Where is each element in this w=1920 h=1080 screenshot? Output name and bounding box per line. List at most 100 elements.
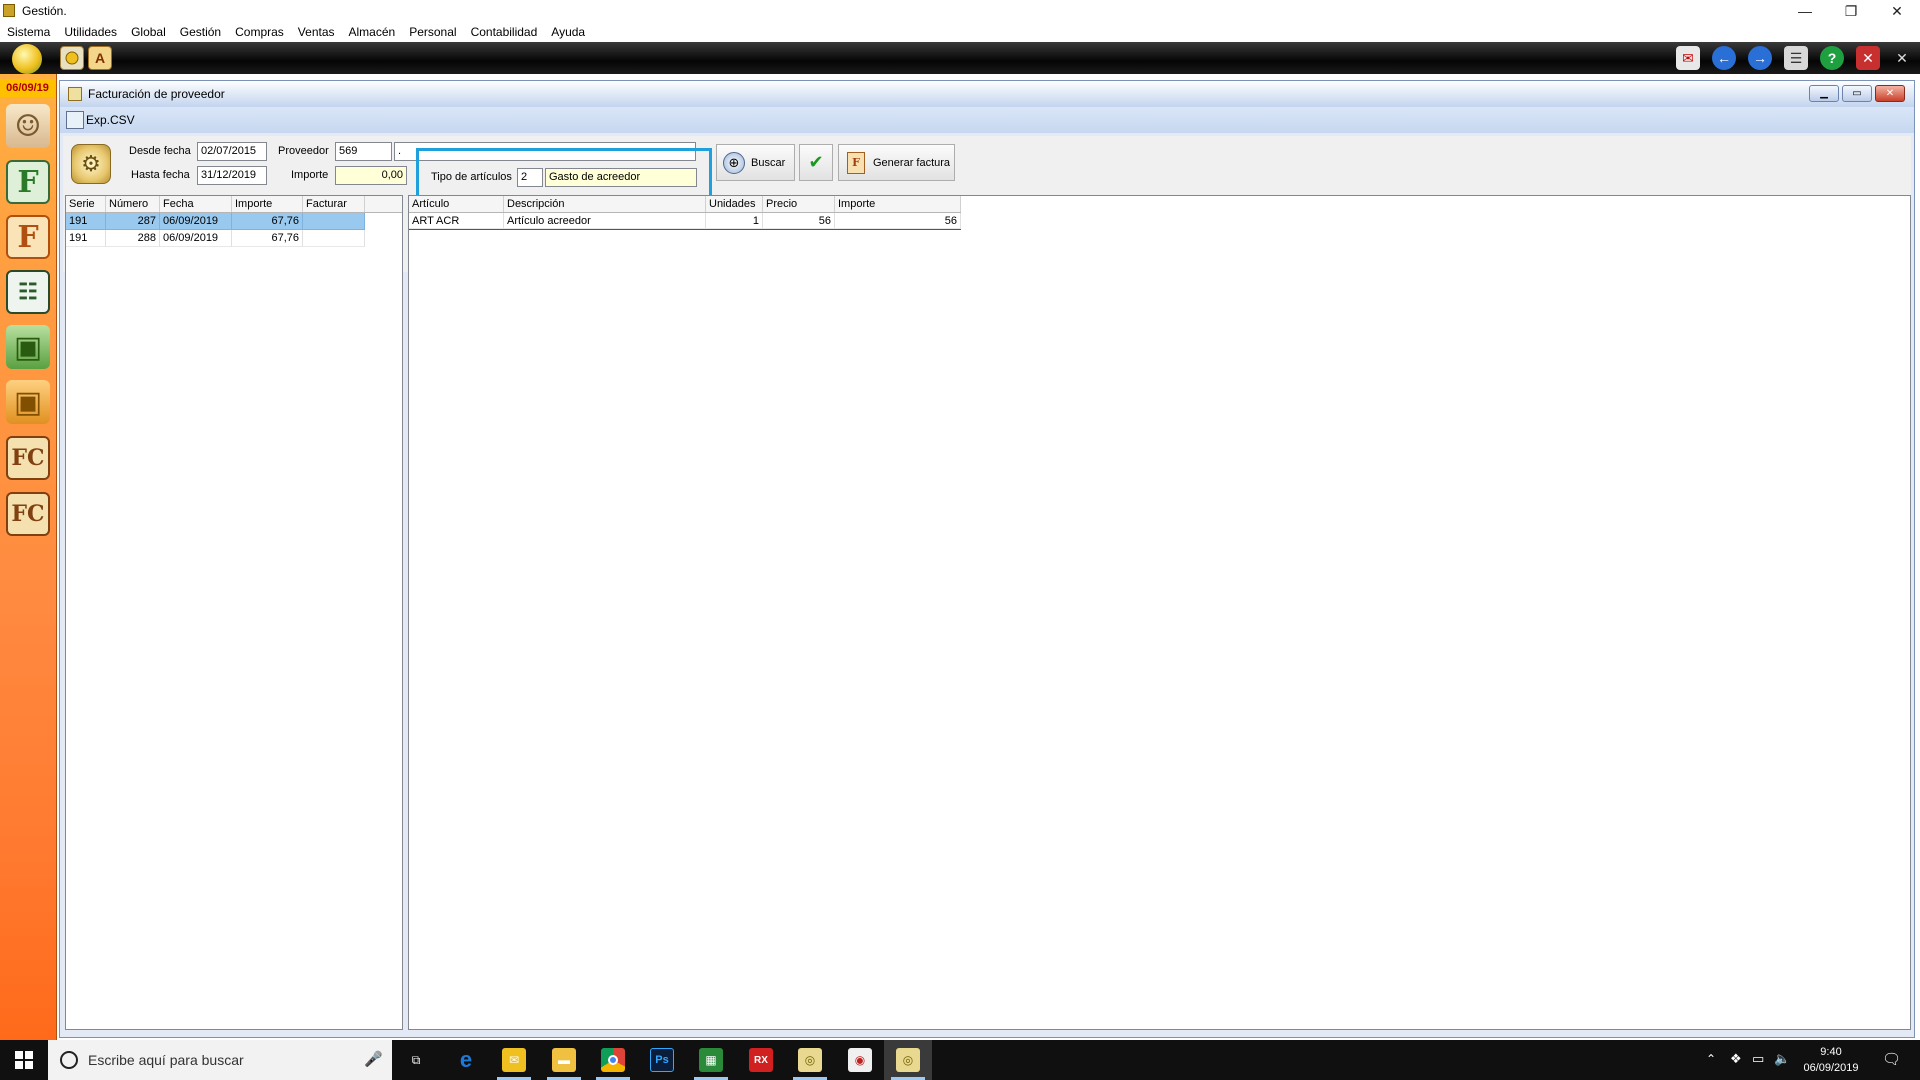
csv-icon xyxy=(66,111,84,129)
app-icon xyxy=(3,4,15,17)
menu-contabilidad[interactable]: Contabilidad xyxy=(471,25,538,39)
menu-almacen[interactable]: Almacén xyxy=(349,25,396,39)
windows-logo-icon xyxy=(15,1051,33,1069)
col-fecha[interactable]: Fecha xyxy=(160,196,232,212)
buscar-button[interactable]: ⊕ Buscar xyxy=(716,144,795,181)
windows-menu-icon[interactable]: ☰ xyxy=(1784,46,1808,70)
gestion-taskbar-icon[interactable]: ◎ xyxy=(798,1048,822,1072)
table-row[interactable]: ART ACR Artículo acreedor 1 56 56 xyxy=(409,213,961,230)
menu-utilidades[interactable]: Utilidades xyxy=(64,25,117,39)
microphone-icon[interactable]: 🎤 xyxy=(364,1050,383,1068)
tipo-articulos-code-input[interactable]: 2 xyxy=(517,168,543,187)
gestion-app-icon[interactable] xyxy=(60,46,84,70)
settings-gear-icon[interactable]: ⚙ xyxy=(71,144,111,184)
window-title: Gestión. xyxy=(22,4,67,18)
menu-personal[interactable]: Personal xyxy=(409,25,456,39)
col-serie[interactable]: Serie xyxy=(66,196,106,212)
antivirus-icon[interactable]: ◉ xyxy=(848,1048,872,1072)
gestion-active-taskbar-icon[interactable]: ◎ xyxy=(896,1048,920,1072)
invoices-grid: Serie Número Fecha Importe Facturar 191 … xyxy=(65,195,403,1030)
rx-app-icon[interactable]: RX xyxy=(749,1048,773,1072)
generar-factura-label: Generar factura xyxy=(873,156,951,169)
importe-label: Importe xyxy=(291,169,329,181)
desde-fecha-input[interactable]: 02/07/2015 xyxy=(197,142,267,161)
close-all-icon[interactable]: ✕ xyxy=(1890,46,1914,70)
child-close-button[interactable]: ✕ xyxy=(1875,85,1905,102)
home-orb-icon[interactable] xyxy=(12,44,42,74)
facturar-cell[interactable] xyxy=(303,213,365,230)
col-articulo[interactable]: Artículo xyxy=(409,196,504,212)
shopping-bag-orange-icon[interactable]: ▣ xyxy=(6,380,50,424)
taskbar-clock[interactable]: 9:40 06/09/2019 xyxy=(1788,1044,1874,1076)
table-row[interactable]: 191 287 06/09/2019 67,76 xyxy=(66,213,402,230)
notes-app-icon[interactable]: A xyxy=(88,46,112,70)
confirm-button[interactable]: ✔ xyxy=(799,144,833,181)
hasta-fecha-label: Hasta fecha xyxy=(131,169,190,181)
col-descripcion[interactable]: Descripción xyxy=(504,196,706,212)
fc-document-icon[interactable]: FC xyxy=(6,436,50,480)
help-icon[interactable]: ? xyxy=(1820,46,1844,70)
facturar-cell[interactable] xyxy=(303,230,365,247)
importe-input[interactable]: 0,00 xyxy=(335,166,407,185)
title-bar: Gestión. — ❐ ✕ xyxy=(0,0,1920,22)
sidebar-date: 06/09/19 xyxy=(0,79,55,97)
menu-sistema[interactable]: Sistema xyxy=(7,25,50,39)
generar-factura-button[interactable]: F Generar factura xyxy=(838,144,955,181)
spreadsheet-app-icon[interactable]: ▦ xyxy=(699,1048,723,1072)
child-window-title: Facturación de proveedor xyxy=(88,87,225,101)
close-window-icon[interactable]: ✕ xyxy=(1856,46,1880,70)
invoice-orange-icon[interactable]: F xyxy=(6,215,50,259)
clock-date: 06/09/2019 xyxy=(1803,1062,1859,1074)
menu-global[interactable]: Global xyxy=(131,25,166,39)
clock-time: 9:40 xyxy=(1820,1046,1842,1058)
search-placeholder: Escribe aquí para buscar xyxy=(88,1052,244,1068)
invoice-green-icon[interactable]: F xyxy=(6,160,50,204)
col-unidades[interactable]: Unidades xyxy=(706,196,763,212)
mail-alert-icon[interactable]: ✉ xyxy=(1676,46,1700,70)
table-row[interactable]: 191 288 06/09/2019 67,76 xyxy=(66,230,402,247)
photoshop-icon[interactable]: Ps xyxy=(650,1048,674,1072)
dropbox-icon[interactable]: ❖ xyxy=(1730,1051,1742,1067)
menu-ayuda[interactable]: Ayuda xyxy=(551,25,585,39)
child-restore-button[interactable]: ▭ xyxy=(1842,85,1872,102)
invoice-icon: F xyxy=(847,151,865,174)
taskbar-search[interactable]: Escribe aquí para buscar 🎤 xyxy=(48,1040,392,1080)
tipo-articulos-name-input[interactable]: Gasto de acreedor xyxy=(545,168,697,187)
col-importe[interactable]: Importe xyxy=(232,196,303,212)
ledger-icon[interactable]: ☷ xyxy=(6,270,50,314)
menu-compras[interactable]: Compras xyxy=(235,25,284,39)
col-importe-linea[interactable]: Importe xyxy=(835,196,961,212)
fc-document-alt-icon[interactable]: FC xyxy=(6,492,50,536)
col-numero[interactable]: Número xyxy=(106,196,160,212)
child-minimize-button[interactable]: ▁ xyxy=(1809,85,1839,102)
hasta-fecha-input[interactable]: 31/12/2019 xyxy=(197,166,267,185)
col-precio[interactable]: Precio xyxy=(763,196,835,212)
invoice-lines-grid: Artículo Descripción Unidades Precio Imp… xyxy=(408,195,1911,1030)
proveedor-label: Proveedor xyxy=(278,145,329,157)
child-title-bar: Facturación de proveedor ▁ ▭ ✕ xyxy=(60,81,1914,107)
tray-chevron-icon[interactable]: ⌃ xyxy=(1706,1052,1716,1066)
close-button[interactable]: ✕ xyxy=(1874,0,1920,22)
export-csv-button[interactable]: Exp.CSV xyxy=(66,111,135,129)
file-explorer-icon[interactable]: ▬ xyxy=(552,1048,576,1072)
shopping-bag-green-icon[interactable]: ▣ xyxy=(6,325,50,369)
people-icon[interactable]: ☺ xyxy=(6,104,50,148)
mail-app-icon[interactable]: ✉ xyxy=(502,1048,526,1072)
main-toolbar: A ✉ ← → ☰ ? ✕ ✕ xyxy=(0,42,1920,74)
forward-arrow-icon[interactable]: → xyxy=(1748,46,1772,70)
col-facturar[interactable]: Facturar xyxy=(303,196,365,212)
network-icon[interactable]: ▭ xyxy=(1752,1051,1764,1067)
invoices-header: Serie Número Fecha Importe Facturar xyxy=(66,196,402,213)
buscar-label: Buscar xyxy=(751,156,786,169)
menu-gestion[interactable]: Gestión xyxy=(180,25,221,39)
action-center-icon[interactable]: 🗨 xyxy=(1882,1050,1901,1068)
menu-ventas[interactable]: Ventas xyxy=(298,25,335,39)
back-arrow-icon[interactable]: ← xyxy=(1712,46,1736,70)
proveedor-code-input[interactable]: 569 xyxy=(335,142,392,161)
task-view-icon[interactable]: ⧉ xyxy=(404,1048,428,1072)
minimize-button[interactable]: — xyxy=(1782,0,1828,22)
edge-icon[interactable]: e xyxy=(454,1047,478,1072)
start-button[interactable] xyxy=(0,1040,48,1080)
chrome-icon[interactable] xyxy=(601,1048,625,1072)
restore-button[interactable]: ❐ xyxy=(1828,0,1874,22)
